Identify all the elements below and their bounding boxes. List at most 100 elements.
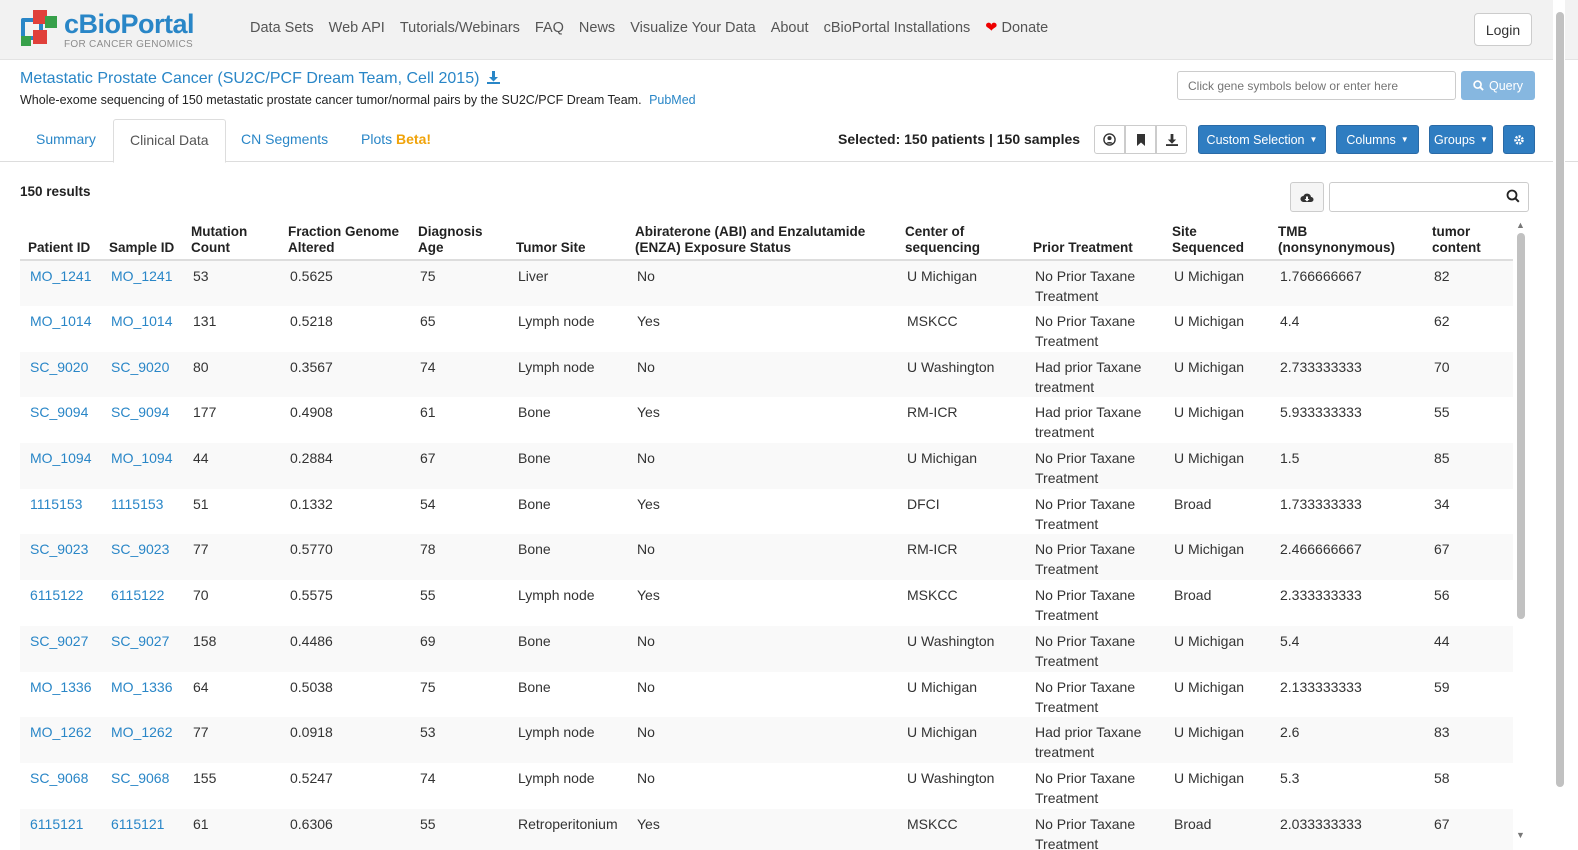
column-header[interactable]: Diagnosis Age — [410, 218, 508, 261]
tab-clinical-data[interactable]: Clinical Data — [113, 119, 226, 163]
table-cell: 34 — [1434, 495, 1450, 512]
nav-tutorials[interactable]: Tutorials/Webinars — [400, 20, 520, 36]
pubmed-link[interactable]: PubMed — [649, 93, 696, 107]
page-scrollbar[interactable] — [1556, 12, 1564, 787]
patient-id-link[interactable]: SC_9094 — [20, 397, 101, 443]
study-title[interactable]: Metastatic Prostate Cancer (SU2C/PCF Dre… — [20, 70, 479, 88]
tab-plots[interactable]: Plots Beta! — [345, 119, 447, 162]
sample-id-link[interactable]: SC_9068 — [101, 763, 183, 809]
nav-web-api[interactable]: Web API — [329, 20, 385, 36]
study-download-icon[interactable] — [487, 71, 501, 87]
table-cell: No Prior Taxane Treatment — [1035, 313, 1136, 349]
column-header[interactable]: Prior Treatment — [1025, 218, 1164, 261]
gene-query-input[interactable] — [1177, 71, 1456, 100]
settings-button[interactable] — [1503, 125, 1535, 154]
sample-id-link[interactable]: SC_9023 — [101, 534, 183, 580]
sample-id-link[interactable]: 6115122 — [101, 580, 183, 626]
patient-id-link[interactable]: SC_9068 — [20, 763, 101, 809]
table-cell: 0.5218 — [290, 313, 333, 329]
user-icon[interactable] — [1094, 125, 1125, 154]
nav-data-sets[interactable]: Data Sets — [250, 20, 314, 36]
sample-id-link[interactable]: SC_9094 — [101, 397, 183, 443]
tab-cn-segments[interactable]: CN Segments — [225, 119, 344, 162]
table-cell: 74 — [420, 358, 436, 375]
patient-id-link[interactable]: 6115121 — [20, 809, 101, 850]
table-cell: 56 — [1434, 587, 1450, 604]
table-cell: U Michigan — [1174, 769, 1245, 786]
table-cell: U Michigan — [1174, 358, 1245, 375]
nav-donate[interactable]: ❤ Donate — [985, 20, 1048, 36]
table-cell: U Washington — [907, 632, 995, 649]
table-cell: 53 — [420, 724, 436, 741]
download-icon[interactable] — [1156, 125, 1187, 154]
columns-button[interactable]: Columns ▼ — [1336, 125, 1419, 154]
table-cell: Bone — [518, 541, 551, 558]
table-row: 6115121 6115121 61 0.6306 55 Retroperitonium Y… — [20, 808, 1513, 850]
sample-id-link[interactable]: MO_1262 — [101, 717, 183, 763]
table-cell: 158 — [193, 632, 217, 649]
logo-subtitle: FOR CANCER GENOMICS — [63, 38, 194, 50]
table-search-input[interactable] — [1329, 182, 1529, 212]
sample-id-link[interactable]: SC_9027 — [101, 626, 183, 672]
patient-id-link[interactable]: MO_1241 — [20, 260, 101, 306]
patient-id-link[interactable]: MO_1336 — [20, 672, 101, 718]
scroll-up-icon[interactable]: ▲ — [1516, 220, 1525, 230]
table-cell: 74 — [420, 769, 436, 786]
column-header[interactable]: Site Sequenced — [1164, 218, 1270, 261]
table-cell: Yes — [637, 313, 660, 329]
patient-id-link[interactable]: SC_9027 — [20, 626, 101, 672]
column-header[interactable]: Tumor Site — [508, 218, 627, 261]
patient-id-link[interactable]: SC_9020 — [20, 352, 101, 398]
sample-id-link[interactable]: 6115121 — [101, 809, 183, 850]
login-button[interactable]: Login — [1474, 13, 1532, 46]
table-cell: 44 — [193, 450, 209, 467]
patient-id-link[interactable]: SC_9023 — [20, 534, 101, 580]
tab-summary[interactable]: Summary — [20, 119, 112, 162]
table-cell: No — [637, 268, 655, 284]
sample-id-link[interactable]: 1115153 — [101, 489, 183, 535]
table-cell: 0.5038 — [290, 678, 333, 695]
table-cell: MSKCC — [907, 587, 958, 604]
nav-installations[interactable]: cBioPortal Installations — [824, 20, 971, 36]
study-description-text: Whole-exome sequencing of 150 metastatic… — [20, 93, 642, 107]
nav-news[interactable]: News — [579, 20, 615, 36]
table-cell: Broad — [1174, 815, 1212, 832]
column-header[interactable]: TMB (nonsynonymous) — [1270, 218, 1424, 261]
column-header[interactable]: tumor content — [1424, 218, 1513, 261]
table-cell: Had prior Taxane treatment — [1035, 358, 1142, 395]
column-header[interactable]: Patient ID — [20, 218, 101, 261]
table-cell: No Prior Taxane Treatment — [1035, 495, 1136, 532]
sample-id-link[interactable]: MO_1014 — [101, 306, 183, 352]
custom-selection-button[interactable]: Custom Selection ▼ — [1198, 125, 1326, 154]
table-row: SC_9020 SC_9020 80 0.3567 74 Lymph node No U Wa… — [20, 351, 1513, 398]
column-header[interactable]: Sample ID — [101, 218, 183, 261]
nav-visualize[interactable]: Visualize Your Data — [630, 20, 756, 36]
groups-button[interactable]: Groups ▼ — [1429, 125, 1493, 154]
patient-id-link[interactable]: MO_1094 — [20, 443, 101, 489]
search-icon — [1473, 80, 1484, 91]
column-header[interactable]: Mutation Count — [183, 218, 280, 261]
cbioportal-logo[interactable]: cBioPortal FOR CANCER GENOMICS — [19, 10, 195, 50]
table-row: SC_9094 SC_9094 177 0.4908 61 Bone Yes RM-ICR Ha… — [20, 397, 1513, 443]
chevron-down-icon: ▼ — [1480, 135, 1488, 144]
table-row: MO_1014 MO_1014 131 0.5218 65 Lymph node Yes MS… — [20, 306, 1513, 352]
patient-id-link[interactable]: 6115122 — [20, 580, 101, 626]
patient-id-link[interactable]: MO_1014 — [20, 306, 101, 352]
column-header[interactable]: Abiraterone (ABI) and Enzalutamide (ENZA… — [627, 218, 897, 261]
nav-faq[interactable]: FAQ — [535, 20, 564, 36]
column-header[interactable]: Center of sequencing — [897, 218, 1025, 261]
sample-id-link[interactable]: SC_9020 — [101, 352, 183, 398]
patient-id-link[interactable]: MO_1262 — [20, 717, 101, 763]
sample-id-link[interactable]: MO_1336 — [101, 672, 183, 718]
table-cell: 77 — [193, 541, 209, 558]
table-scrollbar[interactable] — [1517, 233, 1525, 619]
bookmark-icon[interactable] — [1125, 125, 1156, 154]
sample-id-link[interactable]: MO_1094 — [101, 443, 183, 489]
sample-id-link[interactable]: MO_1241 — [101, 260, 183, 306]
query-button[interactable]: Query — [1461, 71, 1535, 100]
scroll-down-icon[interactable]: ▼ — [1516, 830, 1525, 840]
cloud-download-icon[interactable] — [1290, 182, 1324, 212]
patient-id-link[interactable]: 1115153 — [20, 489, 101, 535]
column-header[interactable]: Fraction Genome Altered — [280, 218, 410, 261]
nav-about[interactable]: About — [771, 20, 809, 36]
